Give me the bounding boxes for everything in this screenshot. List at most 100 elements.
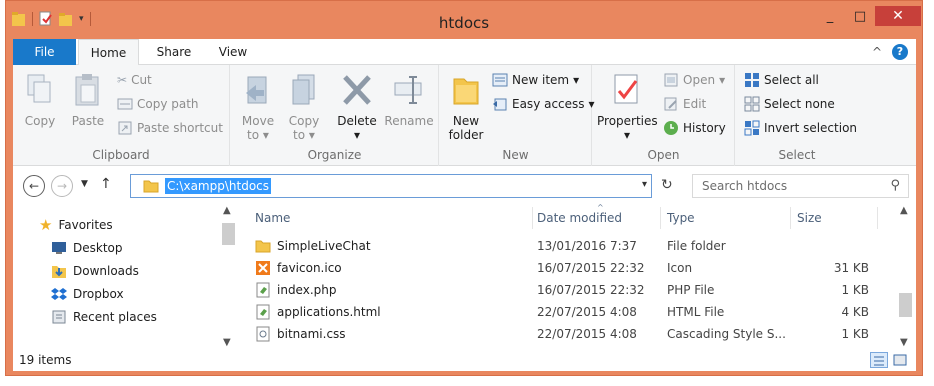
large-icons-view-button[interactable] xyxy=(892,352,910,368)
copy-to-label: Copy xyxy=(288,114,320,128)
table-row[interactable]: applications.html 22/07/2015 4:08 HTML F… xyxy=(247,301,907,323)
history-label: History xyxy=(683,121,726,135)
tab-view[interactable]: View xyxy=(208,39,258,65)
file-list-scroll-thumb[interactable] xyxy=(899,293,912,317)
delete-button[interactable]: Delete ▾ xyxy=(335,73,379,142)
select-all-button[interactable]: Select all xyxy=(744,70,819,90)
address-dropdown-icon[interactable]: ▾ xyxy=(642,179,647,190)
search-input[interactable]: Search htdocs xyxy=(702,179,787,193)
nav-item-desktop[interactable]: Desktop xyxy=(51,238,123,258)
up-arrow-icon[interactable]: ↑ xyxy=(100,176,112,192)
new-item-button[interactable]: New item ▾ xyxy=(492,70,579,90)
new-folder-button[interactable]: New folder xyxy=(446,73,486,142)
properties-dropdown-icon[interactable]: ▾ xyxy=(597,128,657,142)
item-count: 19 items xyxy=(19,353,72,367)
copy-button[interactable]: Copy xyxy=(19,73,61,128)
new-group: New folder New item ▾ Easy access ▾ New xyxy=(440,65,595,166)
file-date: 22/07/2015 4:08 xyxy=(537,327,637,341)
search-box[interactable]: Search htdocs ⚲ xyxy=(692,174,909,198)
rename-button[interactable]: Rename xyxy=(383,73,435,128)
table-row[interactable]: index.php 16/07/2015 22:32 PHP File 1 KB xyxy=(247,279,907,301)
folder-icon xyxy=(255,240,271,253)
copy-to-button[interactable]: Copy to ▾ xyxy=(283,73,325,142)
new-folder-label: New xyxy=(452,114,480,128)
paste-button[interactable]: Paste xyxy=(67,73,109,128)
back-button[interactable]: ← xyxy=(23,175,45,197)
file-list-scrollbar[interactable]: ▲ ▼ xyxy=(897,205,914,350)
move-to-label-2-text: to xyxy=(247,128,260,142)
column-divider[interactable] xyxy=(532,207,533,229)
column-header-date[interactable]: Date modified xyxy=(537,211,622,225)
column-divider[interactable] xyxy=(660,207,661,229)
properties-button[interactable]: Properties ▾ xyxy=(597,73,658,142)
search-icon[interactable]: ⚲ xyxy=(890,178,900,193)
table-row[interactable]: bitnami.css 22/07/2015 4:08 Cascading St… xyxy=(247,323,907,345)
file-type: File folder xyxy=(667,239,726,253)
select-group-label: Select xyxy=(778,148,816,162)
move-to-icon xyxy=(246,76,267,104)
recent-places-icon xyxy=(52,310,66,324)
downloads-icon xyxy=(52,266,66,278)
column-header-type[interactable]: Type xyxy=(667,211,695,225)
file-type: Icon xyxy=(667,261,693,275)
history-button[interactable]: History xyxy=(663,118,726,138)
edit-icon xyxy=(664,97,677,111)
dropbox-icon xyxy=(51,288,67,300)
recent-locations-icon[interactable]: ▼ xyxy=(81,179,88,189)
details-view-button[interactable] xyxy=(870,352,888,368)
tab-share[interactable]: Share xyxy=(146,39,202,65)
new-folder-label-2: folder xyxy=(448,128,484,142)
copy-to-label-2: to ▾ xyxy=(293,128,315,142)
select-none-label: Select none xyxy=(764,97,835,111)
file-date: 22/07/2015 4:08 xyxy=(537,305,637,319)
scroll-up-icon[interactable]: ▲ xyxy=(900,205,908,216)
maximize-button[interactable]: □ xyxy=(845,6,875,26)
nav-item-favorites[interactable]: ★ Favorites xyxy=(39,215,113,235)
help-icon[interactable]: ? xyxy=(892,44,908,60)
open-dropdown-icon[interactable]: ▾ xyxy=(719,70,725,90)
close-button[interactable]: ✕ xyxy=(875,6,921,26)
collapse-ribbon-icon[interactable]: ^ xyxy=(872,45,882,59)
scroll-up-icon[interactable]: ▲ xyxy=(223,205,231,216)
table-row[interactable]: SimpleLiveChat 13/01/2016 7:37 File fold… xyxy=(247,235,907,257)
nav-item-recent-places[interactable]: Recent places xyxy=(51,307,157,327)
move-to-button[interactable]: Move to ▾ xyxy=(237,73,279,142)
file-type: PHP File xyxy=(667,283,715,297)
scroll-down-icon[interactable]: ▼ xyxy=(223,337,231,348)
nav-scrollbar[interactable]: ▲ ▼ xyxy=(220,205,237,350)
history-icon xyxy=(664,121,678,135)
delete-dropdown-icon[interactable]: ▾ xyxy=(335,128,379,142)
column-header-name[interactable]: Name xyxy=(255,211,290,225)
column-divider[interactable] xyxy=(877,207,878,229)
details-view-icon xyxy=(874,356,884,366)
minimize-button[interactable]: _ xyxy=(815,6,845,26)
address-bar[interactable]: C:\xampp\htdocs ▾ xyxy=(130,174,652,198)
invert-selection-button[interactable]: Invert selection xyxy=(744,118,857,138)
organize-group: Move to ▾ Copy to ▾ Delete ▾ Rename Orga… xyxy=(231,65,439,166)
easy-access-button[interactable]: Easy access ▾ xyxy=(492,94,595,114)
address-path[interactable]: C:\xampp\htdocs xyxy=(165,178,272,194)
edit-button[interactable]: Edit xyxy=(663,94,706,114)
file-name-cell: index.php xyxy=(255,279,336,301)
nav-item-dropbox[interactable]: Dropbox xyxy=(51,284,124,304)
paste-shortcut-button[interactable]: Paste shortcut xyxy=(117,118,223,138)
forward-button[interactable]: → xyxy=(51,175,73,197)
tab-file[interactable]: File xyxy=(13,39,76,65)
ribbon-tools: ^ ? xyxy=(872,44,908,60)
nav-item-downloads[interactable]: Downloads xyxy=(51,261,139,281)
window-controls: _ □ ✕ xyxy=(815,6,921,26)
nav-scroll-thumb[interactable] xyxy=(222,223,235,245)
column-header-size[interactable]: Size xyxy=(797,211,822,225)
tab-home[interactable]: Home xyxy=(78,39,139,66)
clipboard-group: Copy Paste ✂ Cut Copy path Paste shortcu… xyxy=(13,65,230,166)
column-divider[interactable] xyxy=(790,207,791,229)
copy-path-button[interactable]: Copy path xyxy=(117,94,199,114)
select-none-button[interactable]: Select none xyxy=(744,94,835,114)
refresh-icon[interactable]: ↻ xyxy=(661,177,673,193)
new-item-dropdown-icon[interactable]: ▾ xyxy=(573,70,579,90)
scroll-down-icon[interactable]: ▼ xyxy=(900,337,908,348)
table-row[interactable]: favicon.ico 16/07/2015 22:32 Icon 31 KB xyxy=(247,257,907,279)
open-button[interactable]: Open ▾ xyxy=(663,70,725,90)
cut-button[interactable]: ✂ Cut xyxy=(117,70,152,90)
new-folder-icon xyxy=(453,78,479,105)
